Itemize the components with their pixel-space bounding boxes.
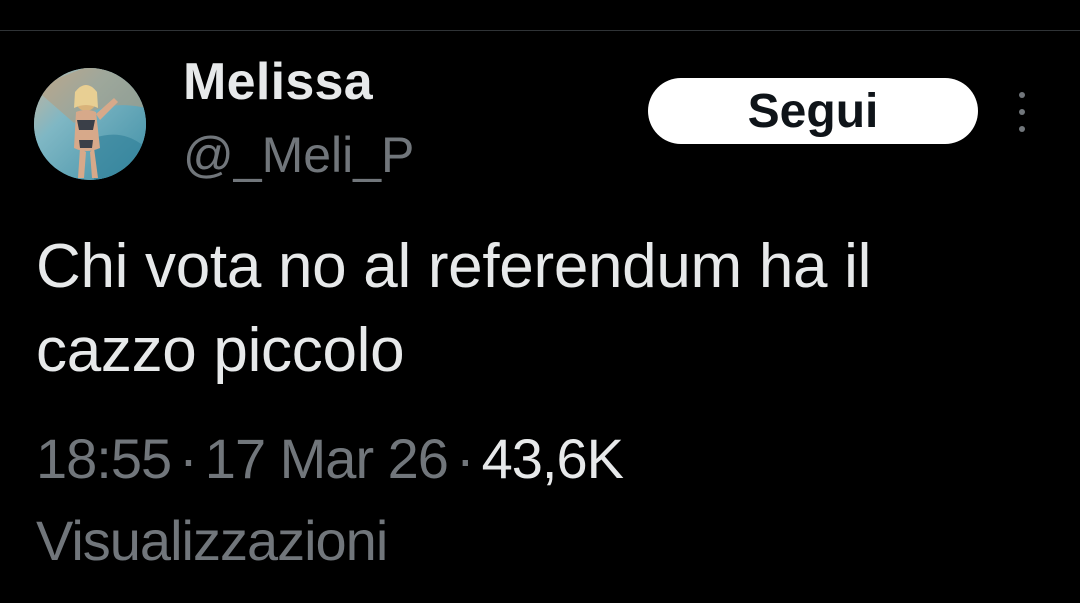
tweet-text-line-2: cazzo piccolo [36, 316, 405, 385]
user-handle[interactable]: @_Meli_P [183, 126, 414, 184]
views-count: 43,6K [481, 427, 624, 490]
tweet-text-line-1: Chi vota no al referendum ha il [36, 232, 872, 301]
vertical-ellipsis-icon [1019, 109, 1025, 115]
meta-separator: · [179, 427, 198, 490]
vertical-ellipsis-icon [1019, 126, 1025, 132]
display-name[interactable]: Melissa [183, 52, 373, 112]
follow-button[interactable]: Segui [648, 78, 978, 144]
more-options-button[interactable] [1010, 92, 1034, 132]
vertical-ellipsis-icon [1019, 92, 1025, 98]
views-label: Visualizzazioni [36, 509, 388, 572]
tweet: Melissa @_Meli_P Segui Chi vota no al re… [0, 0, 1080, 603]
profile-photo-icon [34, 68, 146, 180]
tweet-meta: 18:55 · 17 Mar 26 · 43,6K Visualizzazioni [36, 418, 1046, 582]
tweet-text: Chi vota no al referendum ha il cazzo pi… [36, 225, 1046, 393]
meta-line-1: 18:55 · 17 Mar 26 · 43,6K [36, 418, 1046, 500]
avatar[interactable] [34, 68, 146, 180]
tweet-time[interactable]: 18:55 [36, 427, 172, 490]
tweet-date[interactable]: 17 Mar 26 [205, 427, 449, 490]
meta-separator: · [455, 427, 475, 490]
